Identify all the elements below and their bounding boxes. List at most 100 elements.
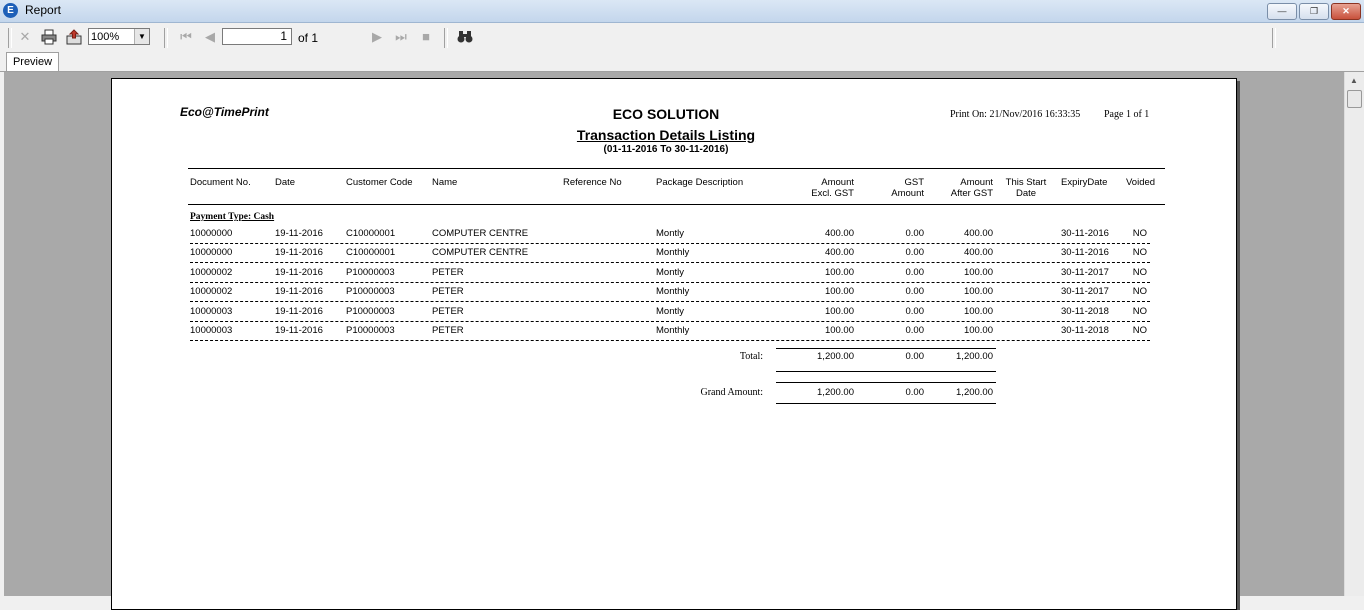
toolbar-separator [8,28,12,48]
cell-doc: 10000003 [190,306,233,317]
cell-cust: P10000003 [346,306,395,317]
vertical-scrollbar[interactable]: ▲ [1344,72,1364,596]
total-amount-excl: 1,200.00 [817,351,854,362]
cell-doc: 10000002 [190,286,233,297]
cell-gst: 0.00 [905,286,925,297]
total-amount-after: 1,200.00 [956,351,993,362]
grand-amount-after: 1,200.00 [956,387,993,398]
row-separator [190,340,1150,341]
cell-doc: 10000003 [190,325,233,336]
maximize-button[interactable]: ❐ [1299,3,1329,20]
window-title: Report [25,3,62,17]
page-info: Page 1 of 1 [1104,109,1150,120]
column-header-customer-code: Customer Code [346,177,413,188]
cell-after: 100.00 [963,286,993,297]
report-page [111,78,1237,610]
toolbar: ✕ 100% ▼ ⏮ ◀ 1 of 1 ▶ ⏭ ■ [0,23,1364,51]
export-icon[interactable] [66,29,82,45]
cell-gst: 0.00 [905,228,925,239]
column-header-voided: Voided [1126,177,1156,188]
cell-name: PETER [432,325,464,336]
minimize-button[interactable]: — [1267,3,1297,20]
cell-expiry: 30-11-2018 [1061,325,1109,336]
toolbar-separator [1272,28,1276,48]
column-header-amount-after: Amount After GST [950,177,993,199]
grand-amount-excl: 1,200.00 [817,387,854,398]
cell-date: 19-11-2016 [275,267,323,278]
cell-voided: NO [1132,286,1147,297]
cell-cust: P10000003 [346,325,395,336]
cell-after: 400.00 [963,228,993,239]
column-header-reference-no: Reference No [563,177,622,188]
cell-date: 19-11-2016 [275,286,323,297]
cell-date: 19-11-2016 [275,247,323,258]
page-number-input[interactable]: 1 [222,28,292,45]
first-page-icon[interactable]: ⏮ [178,29,194,45]
cell-name: PETER [432,306,464,317]
cell-voided: NO [1132,325,1147,336]
last-page-icon[interactable]: ⏭ [393,29,409,45]
cell-voided: NO [1132,267,1147,278]
cell-gst: 0.00 [905,247,925,258]
row-separator [190,282,1150,283]
cell-excl: 100.00 [824,325,854,336]
cell-doc: 10000000 [190,247,233,258]
cell-cust: C10000001 [346,247,396,258]
grand-top-rule [776,382,996,383]
title-bar: E Report — ❐ ✕ [0,0,1364,23]
total-label: Total: [739,351,763,362]
cell-doc: 10000000 [190,228,233,239]
column-header-start-date: This Start Date [1005,177,1047,199]
column-header-date: Date [275,177,296,188]
cell-excl: 100.00 [824,306,854,317]
scroll-up-icon[interactable]: ▲ [1350,76,1358,85]
find-icon[interactable] [457,29,473,45]
chevron-down-icon[interactable]: ▼ [134,29,149,44]
cell-pkg: Monthly [656,286,690,297]
zoom-select[interactable]: 100% ▼ [88,28,150,45]
report-title: Transaction Details Listing [576,127,756,143]
cell-cust: C10000001 [346,228,396,239]
cell-excl: 100.00 [824,267,854,278]
cell-expiry: 30-11-2016 [1061,247,1109,258]
cell-pkg: Monthly [656,247,690,258]
print-icon[interactable] [41,29,57,45]
cell-date: 19-11-2016 [275,306,323,317]
total-top-rule [776,348,996,349]
cell-name: PETER [432,286,464,297]
report-period: (01-11-2016 To 30-11-2016) [603,144,729,155]
toolbar-separator [164,28,168,48]
cell-date: 19-11-2016 [275,325,323,336]
cell-gst: 0.00 [905,325,925,336]
column-header-amount-excl: Amount Excl. GST [811,177,854,199]
header-bottom-rule [188,204,1165,205]
row-separator [190,262,1150,263]
cell-expiry: 30-11-2018 [1061,306,1109,317]
company-name: ECO SOLUTION [612,106,720,122]
cell-voided: NO [1132,228,1147,239]
print-timestamp: Print On: 21/Nov/2016 16:33:35 [950,109,1081,120]
cell-name: PETER [432,267,464,278]
cell-excl: 100.00 [824,286,854,297]
close-button[interactable]: ✕ [1331,3,1361,20]
prev-page-icon[interactable]: ◀ [202,29,218,45]
toolbar-separator [444,28,448,48]
stop-icon[interactable]: ■ [418,29,434,45]
grand-amount-label: Grand Amount: [700,387,764,398]
close-icon[interactable]: ✕ [17,29,33,45]
cell-expiry: 30-11-2016 [1061,228,1109,239]
cell-date: 19-11-2016 [275,228,323,239]
row-separator [190,321,1150,322]
cell-after: 100.00 [963,267,993,278]
grand-gst: 0.00 [905,387,925,398]
cell-gst: 0.00 [905,267,925,278]
scrollbar-thumb[interactable] [1347,90,1362,108]
zoom-value: 100% [91,31,120,43]
tab-preview[interactable]: Preview [6,52,59,72]
header-top-rule [188,168,1165,169]
next-page-icon[interactable]: ▶ [369,29,385,45]
cell-after: 100.00 [963,325,993,336]
cell-name: COMPUTER CENTRE [432,228,529,239]
cell-excl: 400.00 [824,228,854,239]
grand-bottom-rule [776,403,996,404]
